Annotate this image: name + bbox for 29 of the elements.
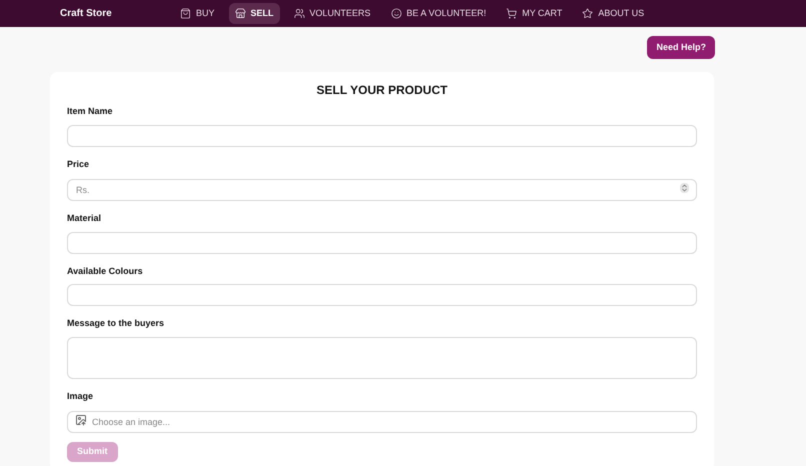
field-label: Available Colours: [67, 264, 143, 278]
field-label: Price: [67, 158, 90, 170]
bag-icon: [180, 8, 191, 19]
users-icon: [294, 8, 305, 19]
field-label: Message to the buyers: [67, 317, 164, 330]
nav-tab[interactable]: BE A VOLUNTEER!: [384, 3, 492, 24]
brand-name: Craft Store: [60, 7, 113, 21]
store-icon: [234, 8, 246, 19]
nav-tab[interactable]: BUY: [174, 3, 221, 24]
message-field[interactable]: [67, 336, 697, 378]
help-button[interactable]: Need Help?: [647, 36, 715, 59]
smile-icon: [390, 8, 402, 19]
nav-tab[interactable]: ABOUT US: [576, 3, 650, 24]
cart-icon: [506, 8, 518, 19]
input-field[interactable]: [67, 284, 697, 306]
input-field[interactable]: [67, 124, 697, 146]
field-label: Material: [67, 212, 102, 225]
field-label: Image: [67, 390, 94, 403]
form-title: SELL YOUR PRODUCT: [316, 82, 448, 99]
spinner-icon[interactable]: [680, 183, 689, 193]
input-field[interactable]: [67, 232, 697, 254]
nav-tab[interactable]: SELL: [228, 3, 280, 24]
nav-tab[interactable]: MY CART: [500, 3, 568, 24]
price-field[interactable]: Rs.: [67, 179, 697, 201]
file-field[interactable]: Choose an image...: [67, 411, 697, 433]
star-icon: [582, 8, 594, 19]
nav-tab[interactable]: VOLUNTEERS: [288, 3, 377, 24]
field-label: Item Name: [67, 105, 113, 118]
image-upload-icon: [75, 414, 87, 426]
